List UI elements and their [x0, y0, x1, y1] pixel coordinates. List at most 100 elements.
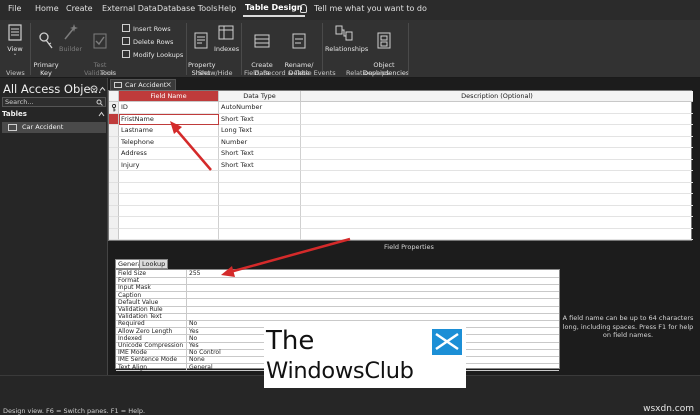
row-selector[interactable]	[109, 125, 119, 137]
table-row[interactable]	[109, 217, 693, 229]
cell-field-name[interactable]: FristName	[119, 113, 219, 125]
table-row[interactable]	[109, 182, 693, 194]
field-properties-label: Field Properties	[384, 243, 434, 251]
cell-description[interactable]	[301, 206, 693, 217]
builder-button[interactable]: Builder	[59, 23, 82, 53]
tab-home[interactable]: Home	[35, 4, 59, 13]
builder-label: Builder	[59, 45, 82, 53]
cell-data-type[interactable]	[219, 217, 301, 229]
cell-field-name[interactable]: Address	[119, 148, 219, 160]
table-row[interactable]	[109, 171, 693, 183]
modify-lookups-button[interactable]: Modify Lookups	[122, 50, 183, 59]
row-selector[interactable]	[109, 148, 119, 160]
view-label: View	[7, 45, 23, 53]
cell-field-name[interactable]: Telephone	[119, 136, 219, 148]
table-row[interactable]	[109, 194, 693, 206]
cell-field-name[interactable]	[119, 194, 219, 206]
row-selector[interactable]	[109, 102, 119, 114]
cell-data-type[interactable]	[219, 182, 301, 194]
cell-field-name[interactable]: Lastname	[119, 125, 219, 137]
cell-data-type[interactable]: Short Text	[219, 113, 301, 125]
cell-data-type[interactable]: AutoNumber	[219, 102, 301, 114]
validation-icon	[93, 33, 107, 49]
row-selector[interactable]	[109, 182, 119, 194]
cell-data-type[interactable]	[219, 205, 301, 217]
lightbulb-icon	[300, 4, 307, 13]
view-button[interactable]: View ˇ	[4, 23, 26, 61]
cell-field-name[interactable]	[119, 228, 219, 240]
delete-rows-button[interactable]: Delete Rows	[122, 37, 173, 46]
cell-field-name[interactable]	[119, 205, 219, 217]
insert-rows-label: Insert Rows	[133, 25, 171, 33]
indexes-button[interactable]: Indexes	[214, 23, 239, 53]
cell-description[interactable]	[301, 148, 693, 160]
table-row[interactable]	[109, 228, 693, 240]
cell-data-type[interactable]: Short Text	[219, 148, 301, 160]
cell-field-name[interactable]	[119, 182, 219, 194]
row-selector[interactable]	[109, 228, 119, 240]
nav-menu-icons[interactable]	[90, 85, 106, 93]
tab-external-data[interactable]: External Data	[102, 4, 157, 13]
document-tab-car-accident[interactable]: Car Accident ×	[110, 79, 176, 90]
cell-description[interactable]	[301, 194, 693, 206]
watermark-line-1: The	[266, 326, 315, 356]
cell-description[interactable]	[301, 171, 693, 183]
cell-data-type[interactable]	[219, 171, 301, 183]
cell-field-name[interactable]	[119, 217, 219, 229]
tell-me-search[interactable]: Tell me what you want to do	[314, 4, 427, 13]
row-selector[interactable]	[109, 136, 119, 148]
cell-field-name[interactable]: Injury	[119, 159, 219, 171]
cell-data-type[interactable]	[219, 228, 301, 240]
cell-field-name[interactable]	[119, 171, 219, 183]
close-icon[interactable]: ×	[165, 80, 172, 90]
cell-description[interactable]	[301, 102, 693, 114]
group-label-field-events: Field, Record & Table Events	[244, 69, 336, 77]
row-selector[interactable]	[109, 205, 119, 217]
nav-section-tables[interactable]: Tables	[2, 110, 106, 118]
cell-data-type[interactable]: Long Text	[219, 125, 301, 137]
table-row[interactable]	[109, 205, 693, 217]
nav-title[interactable]: All Access Obje...	[3, 82, 102, 96]
cell-description[interactable]	[301, 160, 693, 171]
insert-rows-button[interactable]: Insert Rows	[122, 24, 171, 33]
tab-table-design[interactable]: Table Design	[243, 3, 304, 17]
row-selector[interactable]	[109, 171, 119, 183]
primary-key-label: Primary Key	[33, 61, 59, 77]
nav-item-car-accident[interactable]: Car Accident	[2, 122, 106, 133]
cell-data-type[interactable]	[219, 194, 301, 206]
table-row[interactable]: Telephone Number	[109, 136, 693, 148]
tab-lookup[interactable]: Lookup	[139, 259, 169, 269]
row-selector[interactable]	[109, 113, 119, 125]
header-data-type: Data Type	[219, 91, 301, 102]
delete-rows-icon	[122, 37, 130, 45]
cell-description[interactable]	[301, 125, 693, 137]
tab-database-tools[interactable]: Database Tools	[157, 4, 217, 13]
cell-description[interactable]	[301, 114, 693, 125]
group-label-views: Views	[6, 69, 25, 77]
table-row[interactable]: Injury Short Text	[109, 159, 693, 171]
tab-create[interactable]: Create	[66, 4, 93, 13]
cell-description[interactable]	[301, 137, 693, 148]
nav-search-input[interactable]: Search...	[2, 97, 106, 107]
row-selector[interactable]	[109, 217, 119, 229]
primary-key-button[interactable]: Primary Key	[33, 23, 59, 77]
cell-description[interactable]	[301, 217, 693, 229]
cell-field-name[interactable]: ID	[119, 102, 219, 114]
row-selector[interactable]	[109, 194, 119, 206]
insert-rows-icon	[122, 24, 130, 32]
row-selector[interactable]	[109, 159, 119, 171]
group-label-relationships: Relationships	[346, 69, 390, 77]
cell-data-type[interactable]: Short Text	[219, 159, 301, 171]
cell-data-type[interactable]: Number	[219, 136, 301, 148]
table-row[interactable]: Address Short Text	[109, 148, 693, 160]
tab-file[interactable]: File	[8, 4, 21, 13]
table-row[interactable]: FristName Short Text	[109, 113, 693, 125]
cell-description[interactable]	[301, 183, 693, 194]
table-row[interactable]: Lastname Long Text	[109, 125, 693, 137]
relationships-button[interactable]: Relationships	[325, 23, 368, 53]
macro-icon	[254, 34, 270, 48]
cell-description[interactable]	[301, 229, 693, 240]
indexes-icon	[218, 25, 234, 40]
tab-help[interactable]: Help	[218, 4, 236, 13]
table-row[interactable]: ID AutoNumber	[109, 102, 693, 114]
